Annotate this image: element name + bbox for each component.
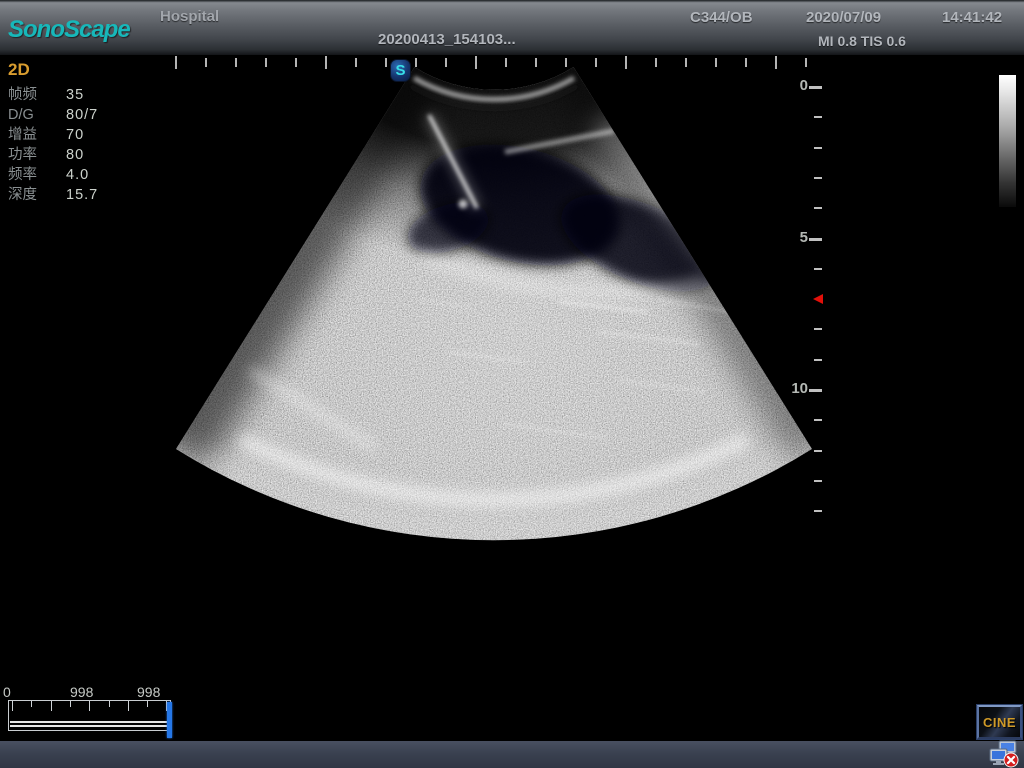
- cine-progress-line: [10, 721, 169, 723]
- cine-progress-line: [10, 725, 169, 727]
- cine-position-marker[interactable]: [167, 702, 172, 738]
- grayscale-bar: [999, 75, 1016, 207]
- ruler-tick: [805, 58, 807, 67]
- param-label: 频率: [8, 165, 66, 185]
- cine-button[interactable]: CINE: [977, 705, 1022, 739]
- ruler-tick: [809, 389, 822, 392]
- bottom-status-bar: [0, 741, 1024, 768]
- ruler-tick: [814, 480, 822, 482]
- param-label: 帧频: [8, 85, 66, 105]
- ruler-tick: [745, 58, 747, 67]
- cine-tick: [70, 701, 71, 707]
- ruler-tick: [445, 58, 447, 67]
- ruler-tick: [235, 58, 237, 67]
- param-value: 15.7: [66, 185, 98, 205]
- ultrasound-screen: SonoScape Hospital C344/OB 2020/07/09 14…: [0, 0, 1024, 768]
- ruler-tick: [809, 238, 822, 241]
- ruler-tick: [355, 58, 357, 67]
- param-value: 4.0: [66, 165, 89, 185]
- ruler-tick: [814, 147, 822, 149]
- ruler-tick: [814, 116, 822, 118]
- cine-tick: [128, 701, 129, 711]
- depth-label: 5: [786, 229, 808, 246]
- param-row-dg: D/G 80/7: [8, 105, 158, 125]
- ruler-tick: [814, 328, 822, 330]
- parameter-panel: 2D 帧频 35 D/G 80/7 增益 70 功率 80 频率 4.0 深度 …: [8, 60, 158, 205]
- cine-tick: [147, 701, 148, 707]
- param-row-frequency: 频率 4.0: [8, 165, 158, 185]
- ruler-tick: [325, 56, 327, 69]
- cine-total-value: 998: [137, 684, 160, 700]
- probe-orientation-marker: S: [390, 59, 411, 82]
- ruler-tick: [565, 58, 567, 67]
- ruler-tick: [814, 359, 822, 361]
- param-label: 深度: [8, 185, 66, 205]
- ruler-tick: [814, 419, 822, 421]
- network-disconnected-icon[interactable]: [988, 739, 1020, 768]
- cine-tick: [12, 701, 13, 711]
- param-row-framerate: 帧频 35: [8, 85, 158, 105]
- param-label: 功率: [8, 145, 66, 165]
- param-value: 80: [66, 145, 84, 165]
- ruler-tick: [265, 58, 267, 67]
- ruler-tick: [814, 510, 822, 512]
- ruler-tick: [775, 56, 777, 69]
- depth-label: 10: [786, 380, 808, 397]
- ruler-tick: [385, 58, 387, 67]
- param-value: 80/7: [66, 105, 98, 125]
- ruler-tick: [809, 86, 822, 89]
- ruler-tick: [625, 56, 627, 69]
- cine-current-value: 998: [70, 684, 93, 700]
- ruler-tick: [595, 58, 597, 67]
- ruler-tick: [295, 58, 297, 67]
- ruler-tick: [505, 58, 507, 67]
- ruler-tick: [175, 56, 177, 69]
- ruler-tick: [814, 207, 822, 209]
- cine-tick: [89, 701, 90, 711]
- mode-label: 2D: [8, 60, 158, 80]
- ruler-tick: [685, 58, 687, 67]
- param-value: 70: [66, 125, 84, 145]
- ruler-tick: [814, 177, 822, 179]
- ruler-tick: [205, 58, 207, 67]
- ruler-tick: [475, 56, 477, 69]
- ruler-tick: [535, 58, 537, 67]
- ruler-tick: [415, 58, 417, 67]
- focus-marker[interactable]: [813, 294, 823, 304]
- param-label: 增益: [8, 125, 66, 145]
- param-row-depth: 深度 15.7: [8, 185, 158, 205]
- ruler-tick: [655, 58, 657, 67]
- param-value: 35: [66, 85, 84, 105]
- cine-start-value: 0: [3, 684, 11, 700]
- ruler-tick: [715, 58, 717, 67]
- cine-tick: [51, 701, 52, 711]
- ruler-tick: [814, 450, 822, 452]
- param-row-gain: 增益 70: [8, 125, 158, 145]
- depth-label: 0: [786, 77, 808, 94]
- ruler-tick: [814, 268, 822, 270]
- cine-tick: [31, 701, 32, 707]
- cine-track[interactable]: [8, 700, 171, 731]
- param-label: D/G: [8, 105, 66, 125]
- cine-tick: [109, 701, 110, 707]
- param-row-power: 功率 80: [8, 145, 158, 165]
